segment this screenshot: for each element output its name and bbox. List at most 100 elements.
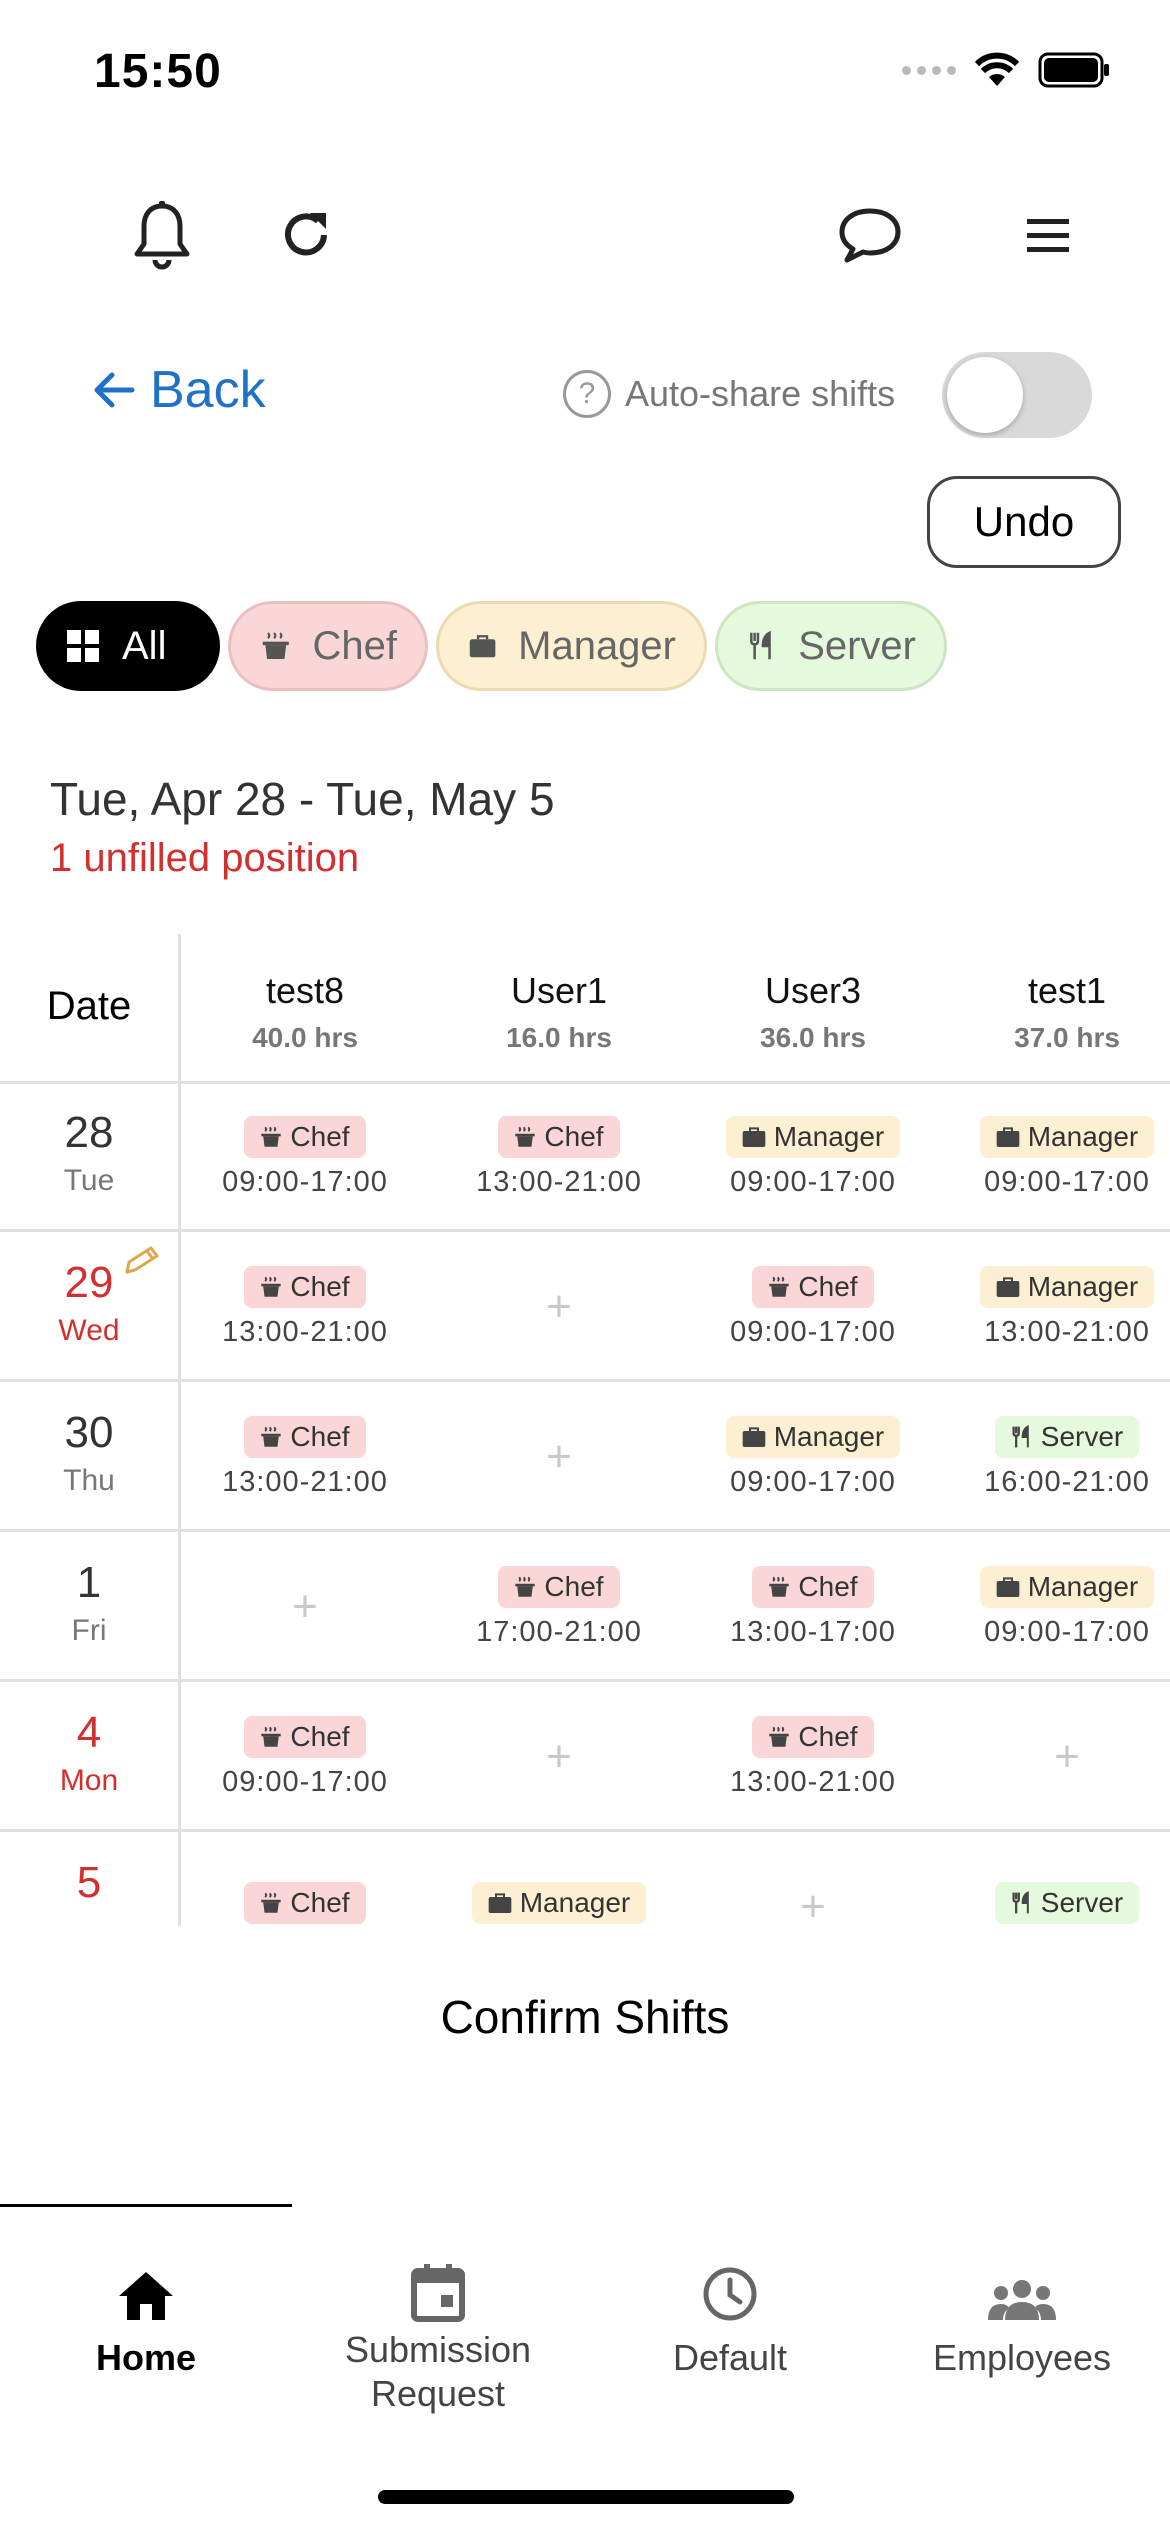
role-label: Chef	[290, 1420, 350, 1452]
date-range-title: Tue, Apr 28 - Tue, May 5	[50, 773, 555, 825]
employee-header[interactable]: test1 37.0 hrs	[940, 970, 1170, 1054]
nav-label: Submission Request	[344, 2329, 532, 2414]
day-number: 28	[64, 1108, 114, 1157]
chat-icon[interactable]	[830, 195, 910, 275]
filter-chip-chef[interactable]: Chef	[228, 601, 428, 691]
grid-header: Date test8 40.0 hrs User1 16.0 hrs User3…	[0, 934, 1170, 1084]
schedule-row: 30 Thu Chef 13:00-21:00 + Manager 09:00-17:00 S…	[0, 1382, 1170, 1532]
shift-cell[interactable]: Manager	[432, 1832, 686, 1926]
plus-icon: +	[1054, 1732, 1080, 1781]
shift-cell[interactable]: Server	[940, 1832, 1170, 1926]
shift-cell[interactable]: Manager 09:00-17:00	[686, 1382, 940, 1532]
role-tag: Chef	[244, 1715, 366, 1758]
unfilled-positions-notice[interactable]: 1 unfilled position	[50, 836, 359, 881]
shift-cell[interactable]: Chef 09:00-17:00	[178, 1682, 432, 1832]
filter-chip-label: Chef	[312, 623, 398, 668]
nav-tab-home[interactable]: Home	[0, 2232, 292, 2380]
role-label: Server	[1040, 1887, 1124, 1918]
role-label: Manager	[1027, 1120, 1139, 1152]
add-shift-button[interactable]: +	[686, 1832, 940, 1926]
utensils-icon	[1011, 1891, 1033, 1915]
status-icons	[902, 52, 1112, 88]
menu-icon[interactable]	[1008, 195, 1088, 275]
pot-icon	[260, 1276, 282, 1298]
shift-cell[interactable]: Chef 09:00-17:00	[178, 1082, 432, 1232]
shift-cell[interactable]: Server 16:00-21:00	[940, 1382, 1170, 1532]
weekday-label: Wed	[58, 1314, 120, 1347]
shift-cell[interactable]: Manager 09:00-17:00	[940, 1532, 1170, 1682]
role-tag: Server	[994, 1882, 1140, 1924]
role-label: Chef	[290, 1887, 350, 1918]
undo-button[interactable]: Undo	[927, 476, 1121, 568]
shift-cell[interactable]: Chef 13:00-21:00	[686, 1682, 940, 1832]
schedule-row: 29 Wed Chef 13:00-21:00 + Chef 09:00-17:00 Mana…	[0, 1232, 1170, 1382]
bottom-navigation: Home Submission Request Default Employee…	[0, 2204, 1170, 2532]
active-tab-indicator	[0, 2204, 292, 2207]
shift-cell[interactable]: Chef 09:00-17:00	[686, 1232, 940, 1382]
day-cell[interactable]: 30 Thu	[0, 1382, 178, 1532]
add-shift-button[interactable]: +	[432, 1232, 686, 1382]
role-tag: Chef	[244, 1265, 366, 1308]
day-cell[interactable]: 4 Mon	[0, 1682, 178, 1832]
role-tag: Chef	[752, 1265, 874, 1308]
briefcase-icon	[488, 1892, 512, 1914]
day-number: 4	[76, 1708, 102, 1757]
refresh-icon[interactable]	[266, 195, 346, 275]
notifications-bell-icon[interactable]	[122, 195, 202, 275]
add-shift-button[interactable]: +	[940, 1682, 1170, 1832]
role-label: Manager	[519, 1887, 631, 1918]
role-tag: Chef	[498, 1565, 620, 1608]
add-shift-button[interactable]: +	[432, 1382, 686, 1532]
filter-chip-label: Manager	[518, 623, 676, 668]
add-shift-button[interactable]: +	[178, 1532, 432, 1682]
wifi-icon	[974, 52, 1020, 86]
role-tag: Manager	[725, 1415, 901, 1458]
filter-chip-manager[interactable]: Manager	[436, 601, 707, 691]
status-time: 15:50	[94, 45, 222, 98]
shift-cell[interactable]: Manager 13:00-21:00	[940, 1232, 1170, 1382]
confirm-shifts-button[interactable]: Confirm Shifts	[0, 1990, 1170, 2044]
role-tag: Chef	[752, 1715, 874, 1758]
shift-cell[interactable]: Chef 13:00-21:00	[178, 1382, 432, 1532]
day-number: 30	[64, 1408, 114, 1457]
shift-time: 09:00-17:00	[222, 1165, 388, 1198]
role-tag: Chef	[244, 1415, 366, 1458]
shift-cell[interactable]: Chef	[178, 1832, 432, 1926]
role-label: Chef	[798, 1720, 858, 1752]
employee-header[interactable]: User1 16.0 hrs	[432, 970, 686, 1054]
nav-tab-employees[interactable]: Employees	[876, 2232, 1168, 2380]
weekday-label: Tue	[63, 1164, 115, 1197]
day-cell[interactable]: 1 Fri	[0, 1532, 178, 1682]
role-tag: Manager	[471, 1882, 647, 1924]
shift-cell[interactable]: Manager 09:00-17:00	[686, 1082, 940, 1232]
clock-icon	[703, 2267, 757, 2321]
shift-cell[interactable]: Chef 17:00-21:00	[432, 1532, 686, 1682]
help-icon[interactable]: ?	[563, 370, 611, 418]
home-indicator	[378, 2490, 794, 2504]
shift-time: 17:00-21:00	[476, 1615, 642, 1648]
day-cell[interactable]: 5	[0, 1832, 178, 1926]
briefcase-icon	[996, 1576, 1020, 1598]
filter-chip-server[interactable]: Server	[715, 601, 947, 691]
weekday-label: Mon	[59, 1764, 119, 1797]
autoshare-toggle[interactable]	[942, 352, 1092, 438]
add-shift-button[interactable]: +	[432, 1682, 686, 1832]
filter-chip-all[interactable]: All	[36, 601, 220, 691]
date-column-header: Date	[46, 984, 132, 1028]
employee-header[interactable]: User3 36.0 hrs	[686, 970, 940, 1054]
shift-cell[interactable]: Chef 13:00-21:00	[178, 1232, 432, 1382]
shift-cell[interactable]: Chef 13:00-17:00	[686, 1532, 940, 1682]
schedule-grid: Date test8 40.0 hrs User1 16.0 hrs User3…	[0, 934, 1170, 1926]
shift-cell[interactable]: Chef 13:00-21:00	[432, 1082, 686, 1232]
role-tag: Manager	[979, 1115, 1155, 1158]
pencil-edit-icon	[125, 1246, 159, 1274]
employee-header[interactable]: test8 40.0 hrs	[178, 970, 432, 1054]
day-cell[interactable]: 28 Tue	[0, 1082, 178, 1232]
nav-tab-submission-request[interactable]: Submission Request	[292, 2232, 584, 2416]
nav-tab-default[interactable]: Default	[584, 2232, 876, 2380]
role-label: Manager	[1027, 1570, 1139, 1602]
role-label: Chef	[290, 1270, 350, 1302]
back-button[interactable]: Back	[92, 360, 266, 420]
day-cell[interactable]: 29 Wed	[0, 1232, 178, 1382]
shift-cell[interactable]: Manager 09:00-17:00	[940, 1082, 1170, 1232]
